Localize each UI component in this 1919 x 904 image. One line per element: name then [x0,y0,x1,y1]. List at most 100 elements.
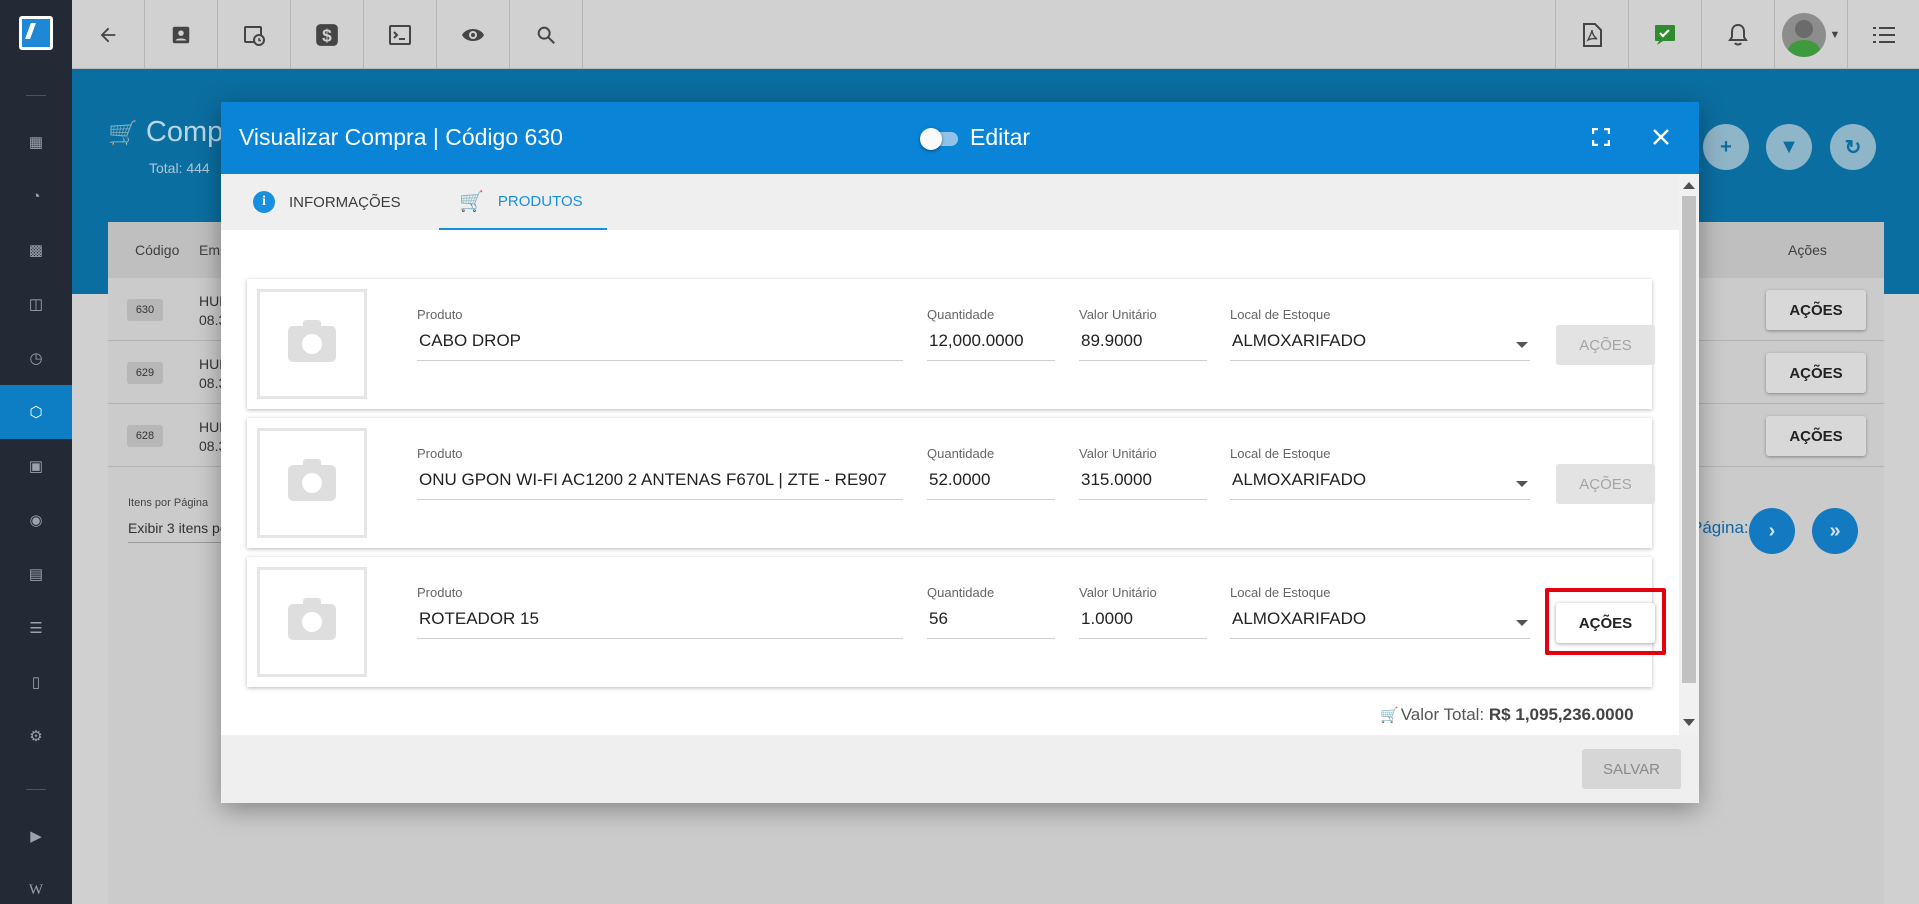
add-button[interactable]: + [1703,124,1749,170]
pdf-button[interactable] [1555,0,1628,69]
valor-unitario-field[interactable]: 315.0000 [1079,470,1207,500]
dollar-icon: $ [316,23,338,46]
contacts-button[interactable] [145,0,218,69]
refresh-button[interactable]: ↻ [1830,124,1876,170]
svg-text:$: $ [322,25,332,45]
next-page-button[interactable]: › [1749,508,1795,554]
sidebar-item-finance[interactable]: ▣ [0,439,72,493]
cart-icon: 🛒 [108,120,138,147]
sidebar-item-contacts[interactable]: ▩ [0,223,72,277]
plus-icon: + [1720,135,1732,158]
last-page-button[interactable]: » [1812,508,1858,554]
row-actions-button[interactable]: AÇÕES [1766,353,1866,393]
terminal-button[interactable] [364,0,437,69]
finance-button[interactable]: $ [291,0,364,69]
contact-icon: ▩ [28,242,44,259]
sidebar-divider [26,95,46,96]
play-icon: ▶ [30,828,42,845]
file-icon: ▯ [31,674,41,691]
double-chevron-right-icon: » [1829,519,1841,542]
sidebar-item-settings[interactable]: ⚙ [0,709,72,763]
valor-total: 🛒 Valor Total: R$ 1,095,236.0000 [1380,705,1634,725]
edit-toggle[interactable] [920,128,958,150]
calendar-clock-icon [244,25,265,46]
dropdown-caret-icon[interactable] [1516,620,1528,626]
product-actions-button[interactable]: AÇÕES [1556,325,1655,365]
search-icon [537,26,555,44]
valor-unitario-field[interactable]: 89.9000 [1079,331,1207,361]
eye-icon [462,28,484,41]
local-estoque-label: Local de Estoque [1230,307,1331,322]
sidebar-item-servers[interactable]: ☰ [0,601,72,655]
camera-icon [288,320,336,362]
local-estoque-select[interactable]: ALMOXARIFADO [1230,331,1530,361]
total-label: Valor Total: [1400,705,1485,724]
sidebar-item-video[interactable]: ▶ [0,809,72,863]
user-menu[interactable]: ▼ [1774,0,1847,69]
gear-icon: ⚙ [29,728,43,745]
valor-unitario-field[interactable]: 1.0000 [1079,609,1207,639]
scroll-thumb[interactable] [1682,196,1696,683]
app-logo[interactable] [0,0,72,69]
sidebar-item-purchases[interactable]: ⬡ [0,385,72,439]
dropdown-caret-icon[interactable] [1516,481,1528,487]
tasks-button[interactable] [1628,0,1701,69]
product-image[interactable] [257,428,367,538]
back-button[interactable] [72,0,145,69]
pdf-file-icon [1583,22,1602,47]
dropdown-caret-icon[interactable] [1516,342,1528,348]
fullscreen-button[interactable] [1586,122,1616,152]
code-badge: 630 [127,299,163,321]
cart-icon: 🛒 [1380,707,1399,724]
produto-field[interactable]: ROTEADOR 15 [417,609,903,639]
quantidade-label: Quantidade [927,307,995,322]
row-actions-button[interactable]: AÇÕES [1766,416,1866,456]
menu-button[interactable] [1847,0,1919,69]
local-estoque-label: Local de Estoque [1230,585,1331,600]
sidebar-item-wiki[interactable]: W [0,863,72,904]
save-button[interactable]: SALVAR [1582,749,1681,789]
close-button[interactable] [1646,122,1676,152]
grid-icon: ▦ [28,134,44,151]
sidebar-item-documents[interactable]: ▤ [0,547,72,601]
quantidade-field[interactable]: 56 [927,609,1055,639]
tab-produtos[interactable]: 🛒 PRODUTOS [439,174,607,230]
search-button[interactable] [510,0,583,69]
filter-button[interactable]: ▼ [1766,124,1812,170]
schedule-button[interactable] [218,0,291,69]
product-actions-button[interactable]: AÇÕES [1556,603,1655,643]
product-actions-button[interactable]: AÇÕES [1556,464,1655,504]
quantidade-field[interactable]: 12,000.0000 [927,331,1055,361]
row-actions-button[interactable]: AÇÕES [1766,290,1866,330]
local-estoque-select[interactable]: ALMOXARIFADO [1230,470,1530,500]
produto-field[interactable]: ONU GPON WI-FI AC1200 2 ANTENAS F670L | … [417,470,903,500]
scroll-up-icon[interactable] [1683,182,1695,189]
modal-scrollbar[interactable] [1679,174,1699,735]
product-image[interactable] [257,289,367,399]
product-card: Produto ROTEADOR 15 Quantidade 56 Valor … [247,557,1666,687]
wiki-icon: W [28,881,44,898]
total-value: R$ 1,095,236.0000 [1488,705,1634,724]
view-button[interactable] [437,0,510,69]
scroll-down-icon[interactable] [1683,719,1695,726]
sidebar-item-dashboard[interactable]: ▦ [0,115,72,169]
products-panel: Produto CABO DROP Quantidade 12,000.0000… [221,230,1679,735]
fullscreen-icon [1592,128,1610,146]
tab-informacoes[interactable]: i INFORMAÇÕES [253,174,433,230]
sidebar-item-map[interactable]: ◉ [0,493,72,547]
quantidade-field[interactable]: 52.0000 [927,470,1055,500]
sidebar-item-files[interactable]: ▯ [0,655,72,709]
local-estoque-select[interactable]: ALMOXARIFADO [1230,609,1530,639]
product-card: Produto CABO DROP Quantidade 12,000.0000… [247,279,1655,409]
produto-label: Produto [417,446,463,461]
header-codigo: Código [135,242,180,258]
board-icon: ◫ [28,296,44,313]
sidebar-item-reports[interactable]: ◔ [0,169,72,223]
valor-unitario-label: Valor Unitário [1079,307,1157,322]
sidebar-item-schedule[interactable]: ◷ [0,331,72,385]
notifications-button[interactable] [1701,0,1774,69]
sidebar-item-board[interactable]: ◫ [0,277,72,331]
quantidade-label: Quantidade [927,585,995,600]
produto-field[interactable]: CABO DROP [417,331,903,361]
product-image[interactable] [257,567,367,677]
